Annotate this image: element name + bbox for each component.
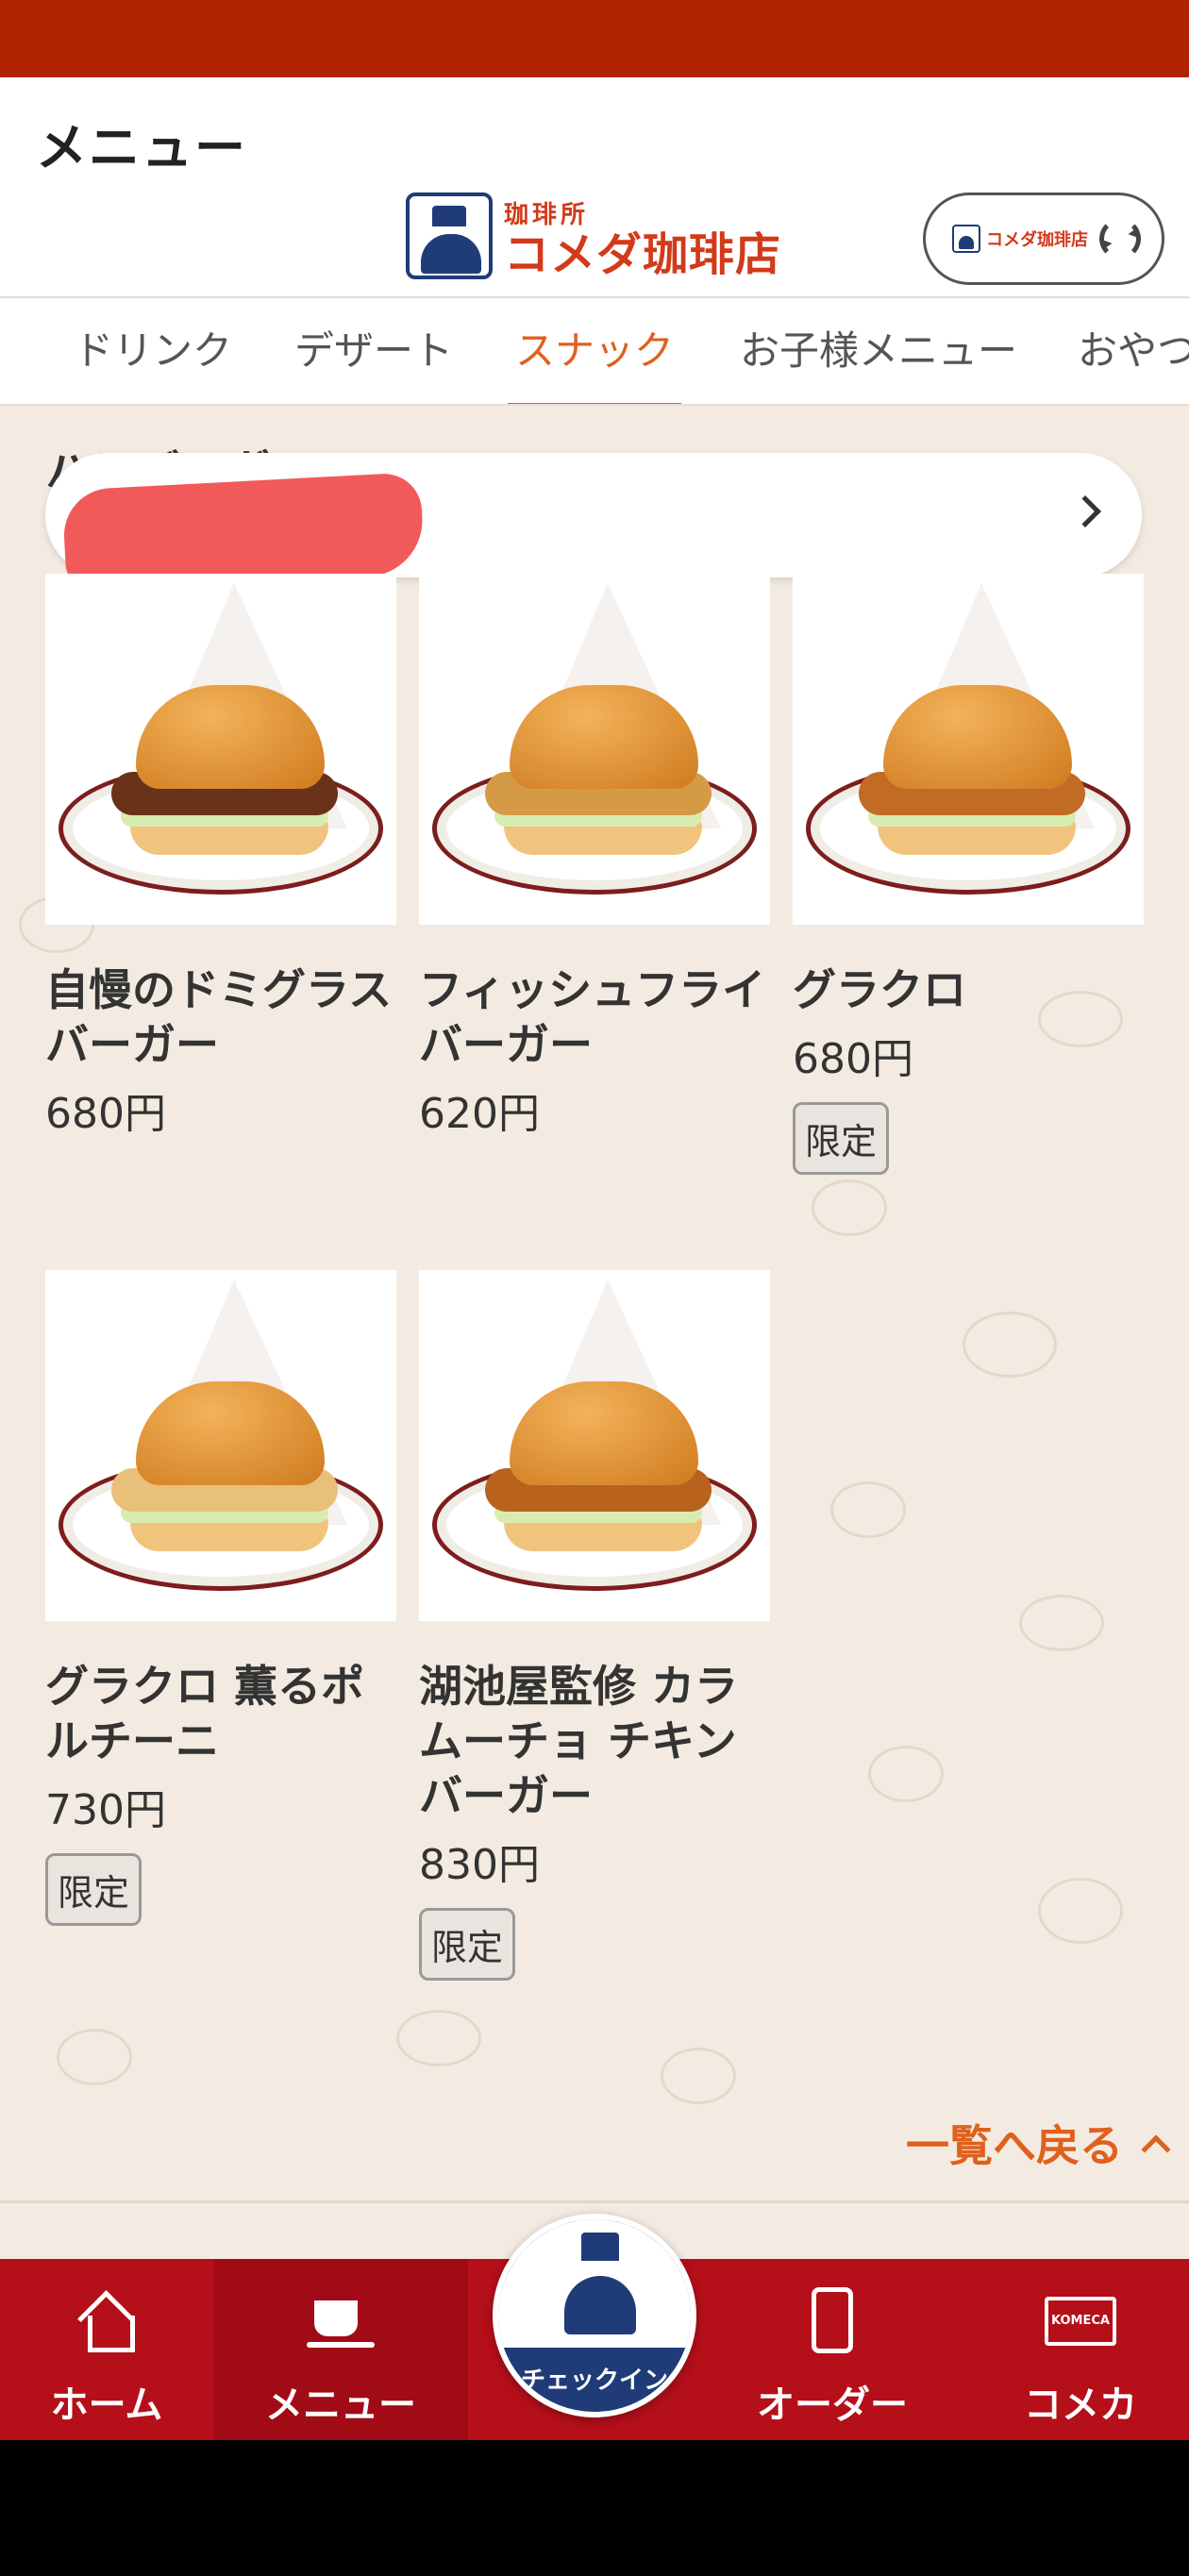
mascot-icon <box>564 2233 636 2338</box>
item-name: 自慢のドミグラスバーガー <box>45 964 393 1070</box>
burger-image <box>45 1270 396 1621</box>
nav-home-label: ホーム <box>50 2384 163 2427</box>
nav-home[interactable]: ホーム <box>0 2259 213 2440</box>
home-icon <box>76 2289 137 2352</box>
status-bar <box>0 0 1189 77</box>
brand-switch-label: コメダ珈琲店 <box>986 230 1088 250</box>
menu-item-card[interactable]: 自慢のドミグラスバーガー 680円 <box>45 574 396 1140</box>
burger-image <box>419 1270 770 1621</box>
burger-image <box>793 574 1144 925</box>
cup-icon <box>307 2300 375 2350</box>
checkin-label: チェックイン <box>520 2367 668 2395</box>
page-title: メニュー <box>36 118 247 177</box>
menu-item-card[interactable]: 湖池屋監修 カラムーチョ チキンバーガー 830円 限定 <box>419 1270 770 1981</box>
burger-image <box>45 574 396 925</box>
nav-menu-label: メニュー <box>265 2384 416 2427</box>
item-price: 620円 <box>419 1090 540 1138</box>
item-name: グラクロ <box>793 964 966 1015</box>
refresh-icon <box>1099 218 1141 259</box>
tab-dessert[interactable]: デザート <box>294 298 453 404</box>
brand-subtitle: 珈琲所 <box>504 200 590 229</box>
chevron-right-icon <box>1069 495 1101 527</box>
mascot-logo-icon <box>406 192 493 279</box>
item-price: 830円 <box>419 1841 540 1889</box>
nav-komeca[interactable]: KOMECA コメカ <box>972 2259 1189 2440</box>
checkin-button[interactable]: チェックイン <box>493 2214 696 2417</box>
item-name: フィッシュフライバーガー <box>419 964 766 1070</box>
nav-menu[interactable]: メニュー <box>213 2259 468 2440</box>
menu-content[interactable]: ハンバーガー 店 自慢のドミグラスバーガー 680円 フィッシュフライバーガー … <box>0 406 1189 2259</box>
item-price: 680円 <box>793 1035 913 1083</box>
category-tabs: ドリンク デザート スナック お子様メニュー おやつ <box>0 296 1189 406</box>
mini-logo-icon <box>952 225 980 253</box>
limited-badge: 限定 <box>45 1853 142 1926</box>
tab-drink[interactable]: ドリンク <box>74 298 232 404</box>
nav-order[interactable]: オーダー <box>721 2259 944 2440</box>
item-price: 730円 <box>45 1786 166 1834</box>
brand-name: コメダ珈琲店 <box>504 227 782 281</box>
header: メニュー 珈琲所 コメダ珈琲店 コメダ珈琲店 <box>0 77 1189 296</box>
nav-komeca-label: コメカ <box>1024 2384 1137 2427</box>
system-navigation-bar <box>0 2440 1189 2576</box>
menu-item-card[interactable]: フィッシュフライバーガー 620円 <box>419 574 770 1140</box>
menu-item-card[interactable]: グラクロ 680円 限定 <box>793 574 1144 1175</box>
item-name: グラクロ 薫るポルチーニ <box>45 1661 365 1766</box>
item-name: 湖池屋監修 カラムーチョ チキンバーガー <box>419 1661 739 1821</box>
back-to-list-link[interactable]: 一覧へ戻る <box>906 2112 1171 2174</box>
limited-badge: 限定 <box>419 1908 516 1981</box>
divider <box>0 2200 1189 2203</box>
menu-item-card[interactable]: グラクロ 薫るポルチーニ 730円 限定 <box>45 1270 396 1926</box>
tab-kids-menu[interactable]: お子様メニュー <box>740 298 1017 404</box>
burger-image <box>419 574 770 925</box>
card-icon: KOMECA <box>1045 2297 1116 2346</box>
tab-snack[interactable]: スナック <box>507 298 682 404</box>
nav-order-label: オーダー <box>757 2384 908 2427</box>
back-to-list-label: 一覧へ戻る <box>906 2120 1123 2171</box>
limited-badge: 限定 <box>793 1102 890 1175</box>
store-selector[interactable]: 店 <box>45 453 1142 593</box>
brand-switch-button[interactable]: コメダ珈琲店 <box>923 192 1164 285</box>
chevron-up-icon <box>1141 2134 1171 2165</box>
item-price: 680円 <box>45 1090 166 1138</box>
tab-oyatsu[interactable]: おやつ <box>1078 298 1189 404</box>
brand-logo: 珈琲所 コメダ珈琲店 <box>406 192 781 279</box>
phone-icon <box>812 2287 853 2353</box>
